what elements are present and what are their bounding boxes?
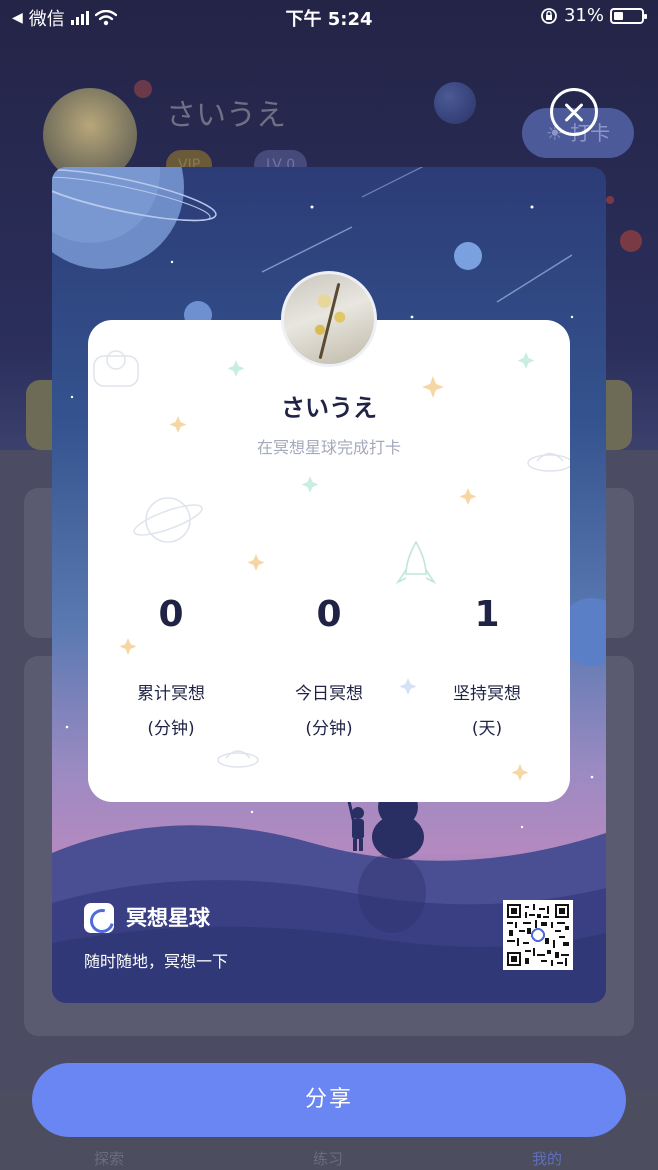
background-planet bbox=[434, 82, 476, 124]
close-icon[interactable] bbox=[550, 88, 598, 136]
brand-slogan: 随时随地，冥想一下 bbox=[84, 952, 229, 971]
stat-label: 累计冥想 bbox=[137, 684, 205, 704]
stat-label: 坚持冥想 bbox=[453, 684, 521, 704]
tab-practice[interactable]: 练习 bbox=[313, 1148, 343, 1169]
lock-rotation-icon bbox=[541, 7, 557, 24]
brand-name: 冥想星球 bbox=[126, 906, 210, 930]
stat-unit: (分钟) bbox=[305, 719, 353, 739]
background-planet bbox=[620, 230, 642, 252]
stat-value: 0 bbox=[158, 594, 184, 635]
tab-mine[interactable]: 我的 bbox=[532, 1148, 562, 1169]
stat-value: 1 bbox=[474, 594, 500, 635]
stat-value: 0 bbox=[316, 594, 342, 635]
poster-subtitle: 在冥想星球完成打卡 bbox=[256, 438, 401, 457]
background-planet bbox=[134, 80, 152, 98]
stat-label: 今日冥想 bbox=[295, 684, 363, 704]
qr-code bbox=[503, 900, 573, 970]
tab-explore[interactable]: 探索 bbox=[94, 1148, 124, 1169]
battery-percent: 31% bbox=[563, 5, 604, 26]
poster-user-name: さいうえ bbox=[281, 394, 377, 422]
status-bar: ◀ 微信 下午 5:24 31% bbox=[0, 0, 658, 32]
share-button[interactable]: 分享 bbox=[32, 1063, 626, 1137]
stat-unit: (分钟) bbox=[147, 719, 195, 739]
stat-unit: (天) bbox=[471, 719, 503, 739]
background-user-name: さいうえ bbox=[166, 98, 286, 133]
battery-icon bbox=[610, 7, 647, 24]
background-planet bbox=[606, 196, 614, 204]
avatar bbox=[281, 271, 377, 367]
app-logo-icon bbox=[84, 903, 114, 933]
